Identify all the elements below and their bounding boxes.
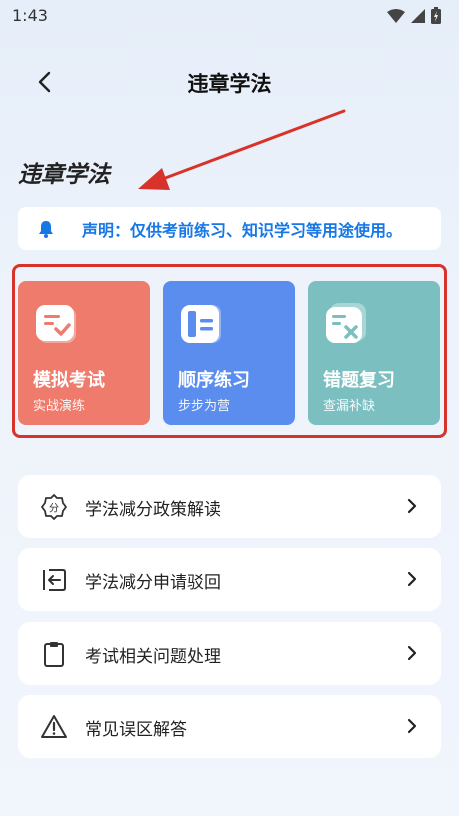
wifi-icon <box>387 8 405 23</box>
notice-text: 声明：仅供考前练习、知识学习等用途使用。 <box>82 220 403 240</box>
status-icons <box>387 7 441 24</box>
sequence-practice-icon <box>181 305 221 343</box>
battery-icon <box>431 7 441 24</box>
clipboard-icon <box>40 640 68 668</box>
signal-icon <box>411 8 425 23</box>
list-item-exam-issues[interactable]: 考试相关问题处理 <box>18 622 441 685</box>
list-item-application-rejected[interactable]: 学法减分申请驳回 <box>18 548 441 611</box>
points-badge-icon: 分 <box>40 493 68 521</box>
card-title: 顺序练习 <box>178 370 250 391</box>
bell-icon <box>38 220 54 238</box>
notice-banner: 声明：仅供考前练习、知识学习等用途使用。 <box>18 207 441 250</box>
card-subtitle: 步步为营 <box>178 399 231 414</box>
card-wrong-review[interactable]: 错题复习 查漏补缺 <box>308 281 440 425</box>
chevron-right-icon <box>405 568 419 590</box>
list-item-common-misconceptions[interactable]: 常见误区解答 <box>18 695 441 758</box>
chevron-right-icon <box>405 642 419 664</box>
warning-triangle-icon <box>40 713 68 741</box>
section-title: 违章学法 <box>18 162 110 188</box>
card-mock-exam[interactable]: 模拟考试 实战演练 <box>18 281 150 425</box>
card-sequence-practice[interactable]: 顺序练习 步步为营 <box>163 281 295 425</box>
wrong-answer-review-icon <box>326 303 366 343</box>
exam-check-icon <box>36 305 76 343</box>
card-title: 错题复习 <box>323 370 395 391</box>
list-item-label: 学法减分申请驳回 <box>85 573 221 593</box>
list-item-label: 学法减分政策解读 <box>85 500 221 520</box>
return-arrow-icon <box>40 566 68 594</box>
status-bar: 1:43 <box>0 0 459 32</box>
page-title: 违章学法 <box>187 72 272 96</box>
svg-text:分: 分 <box>49 503 59 515</box>
list-item-label: 考试相关问题处理 <box>85 647 221 667</box>
card-subtitle: 查漏补缺 <box>323 399 376 414</box>
list-item-label: 常见误区解答 <box>85 720 187 740</box>
chevron-right-icon <box>405 715 419 737</box>
chevron-right-icon <box>405 495 419 517</box>
annotation-arrow-icon <box>138 109 346 190</box>
nav-bar: 违章学法 <box>0 58 459 106</box>
status-time: 1:43 <box>12 6 48 25</box>
list-item-policy-interpretation[interactable]: 分 学法减分政策解读 <box>18 475 441 538</box>
card-title: 模拟考试 <box>33 370 105 391</box>
card-subtitle: 实战演练 <box>33 399 86 414</box>
